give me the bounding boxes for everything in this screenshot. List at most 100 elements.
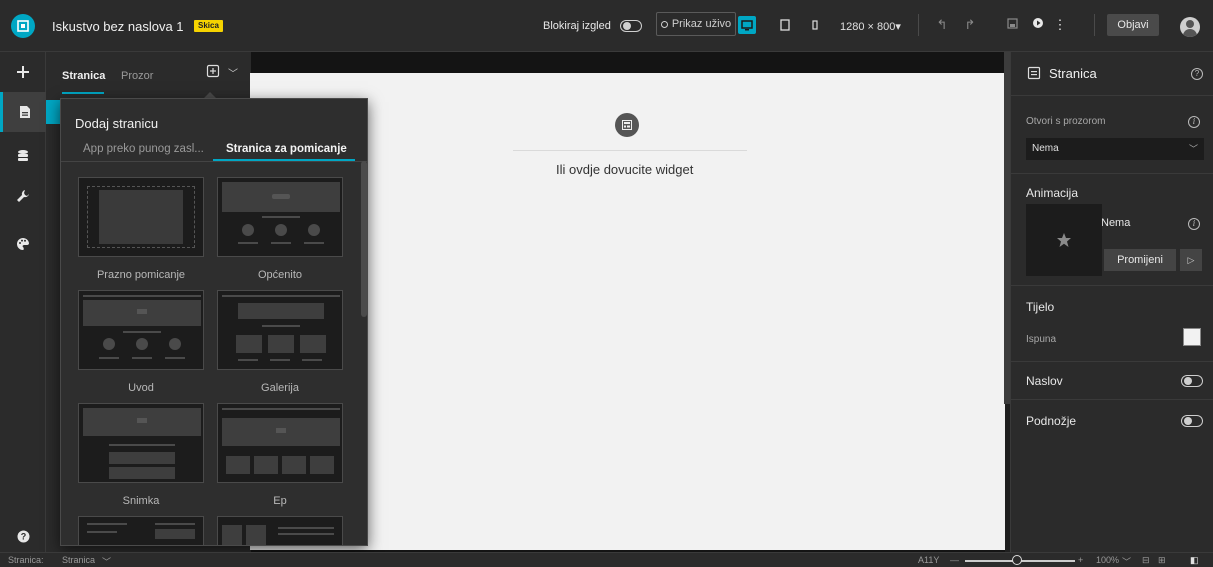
template-preview xyxy=(99,190,183,244)
tab-fullscreen-app[interactable]: App preko punog zasl... xyxy=(83,143,204,155)
fill-color-swatch[interactable] xyxy=(1183,328,1201,346)
template-preview xyxy=(304,242,324,244)
template-preview xyxy=(155,523,195,525)
body-label: Tijelo xyxy=(1026,300,1055,314)
page-list-selected-indicator xyxy=(46,100,60,124)
tab-page[interactable]: Stranica xyxy=(62,70,105,82)
template-list-scrollbar[interactable] xyxy=(361,161,367,317)
save-icon[interactable] xyxy=(1004,17,1020,33)
template-label: Ep xyxy=(273,495,287,507)
chevron-down-icon[interactable]: ﹀ xyxy=(228,65,238,80)
phone-device-button[interactable] xyxy=(806,16,824,34)
template-preview xyxy=(165,357,185,359)
page-icon[interactable] xyxy=(0,92,46,132)
chevron-down-icon[interactable]: ﹀ xyxy=(102,555,111,567)
redo-icon[interactable]: ↱ xyxy=(962,17,978,33)
desktop-device-button[interactable] xyxy=(738,16,756,34)
template-partial[interactable] xyxy=(78,516,204,545)
tab-window[interactable]: Prozor xyxy=(121,70,153,82)
template-preview xyxy=(137,309,147,314)
template-preview xyxy=(226,456,250,474)
open-with-window-value: Nema xyxy=(1032,143,1059,154)
zoom-level[interactable]: 100% xyxy=(1096,555,1119,565)
tablet-icon xyxy=(780,19,790,31)
lock-layout-toggle[interactable] xyxy=(620,20,642,32)
fit-width-icon[interactable]: ⊟ xyxy=(1142,555,1150,566)
live-view-button[interactable]: Prikaz uživo xyxy=(656,12,736,36)
chevron-down-icon[interactable]: ﹀ xyxy=(1122,555,1131,567)
template-label: Prazno pomicanje xyxy=(96,269,186,281)
current-page-select[interactable]: Stranica xyxy=(62,555,95,565)
user-avatar[interactable] xyxy=(1180,17,1200,37)
insert-widget-icon[interactable] xyxy=(0,52,46,92)
template-preview xyxy=(308,224,320,236)
preview-icon[interactable] xyxy=(1030,17,1046,33)
help-icon[interactable]: ? xyxy=(0,516,46,556)
template-epic[interactable] xyxy=(217,403,343,483)
tab-scrolling-page[interactable]: Stranica za pomicanje xyxy=(226,143,347,155)
add-page-button[interactable] xyxy=(206,64,220,81)
template-preview xyxy=(262,325,300,327)
experience-builder-logo-icon[interactable] xyxy=(11,14,35,38)
template-preview xyxy=(242,224,254,236)
zoom-in-icon[interactable]: + xyxy=(1078,555,1083,565)
app-root: Iskustvo bez naslova 1 Skica Blokiraj iz… xyxy=(0,0,1213,567)
draft-badge: Skica xyxy=(194,20,223,32)
template-preview xyxy=(236,335,262,353)
template-preview xyxy=(222,408,340,410)
right-settings-panel: Stranica ? Otvori s prozorom i Nema ﹀ An… xyxy=(1010,52,1213,552)
live-view-label: Prikaz uživo xyxy=(671,18,732,30)
open-with-window-select[interactable]: Nema ﹀ xyxy=(1026,138,1204,160)
template-preview xyxy=(87,531,117,533)
data-icon[interactable] xyxy=(0,136,46,176)
svg-text:?: ? xyxy=(20,531,26,541)
fit-page-icon[interactable]: ⊞ xyxy=(1158,555,1166,566)
a11y-label[interactable]: A11Y xyxy=(918,555,939,565)
template-general[interactable] xyxy=(217,177,343,257)
help-icon[interactable]: ? xyxy=(1191,68,1203,80)
undo-icon[interactable]: ↰ xyxy=(934,17,950,33)
chevron-down-icon: ▾ xyxy=(895,21,901,33)
template-preview xyxy=(278,527,334,529)
tablet-device-button[interactable] xyxy=(776,16,794,34)
status-bar: Stranica: Stranica ﹀ A11Y — + 100% ﹀ ⊟ ⊞… xyxy=(0,552,1213,567)
theme-palette-icon[interactable] xyxy=(0,224,46,264)
template-preview xyxy=(254,456,278,474)
add-page-title: Dodaj stranicu xyxy=(75,116,159,131)
animation-preview[interactable] xyxy=(1026,204,1102,276)
lock-layout-label: Blokiraj izgled xyxy=(543,20,611,32)
header-toggle[interactable] xyxy=(1181,375,1203,387)
footer-toggle[interactable] xyxy=(1181,415,1203,427)
more-options-icon[interactable]: ⋮ xyxy=(1052,17,1068,33)
toggle-panel-icon[interactable]: ◧ xyxy=(1190,555,1199,566)
zoom-out-icon[interactable]: — xyxy=(950,555,959,565)
template-blank-scroll[interactable] xyxy=(78,177,204,257)
template-gallery[interactable] xyxy=(217,290,343,370)
resolution-select[interactable]: 1280 × 800▾ xyxy=(840,20,901,33)
right-panel-header: Stranica ? xyxy=(1011,52,1213,96)
template-preview xyxy=(270,359,290,361)
template-preview xyxy=(109,444,175,446)
change-animation-button[interactable]: Promijeni xyxy=(1104,249,1176,271)
template-preview xyxy=(302,359,322,361)
template-snapshot[interactable] xyxy=(78,403,204,483)
header-divider xyxy=(918,14,919,36)
info-icon[interactable]: i xyxy=(1188,116,1200,128)
settings-wrench-icon[interactable] xyxy=(0,176,46,216)
template-preview xyxy=(300,335,326,353)
template-intro[interactable] xyxy=(78,290,204,370)
add-page-icon xyxy=(206,64,220,78)
publish-button[interactable]: Objavi xyxy=(1107,14,1159,36)
template-preview xyxy=(99,357,119,359)
play-animation-button[interactable]: ▷ xyxy=(1180,249,1202,271)
template-preview xyxy=(310,456,334,474)
template-partial[interactable] xyxy=(217,516,343,545)
info-icon[interactable]: i xyxy=(1188,218,1200,230)
template-preview xyxy=(222,295,340,297)
zoom-slider-handle[interactable] xyxy=(1012,555,1022,565)
header-divider xyxy=(1094,14,1095,36)
experience-title[interactable]: Iskustvo bez naslova 1 xyxy=(52,19,184,34)
template-preview xyxy=(238,303,324,319)
live-view-circle-icon xyxy=(660,20,668,28)
open-with-window-section: Otvori s prozorom i xyxy=(1011,96,1213,174)
